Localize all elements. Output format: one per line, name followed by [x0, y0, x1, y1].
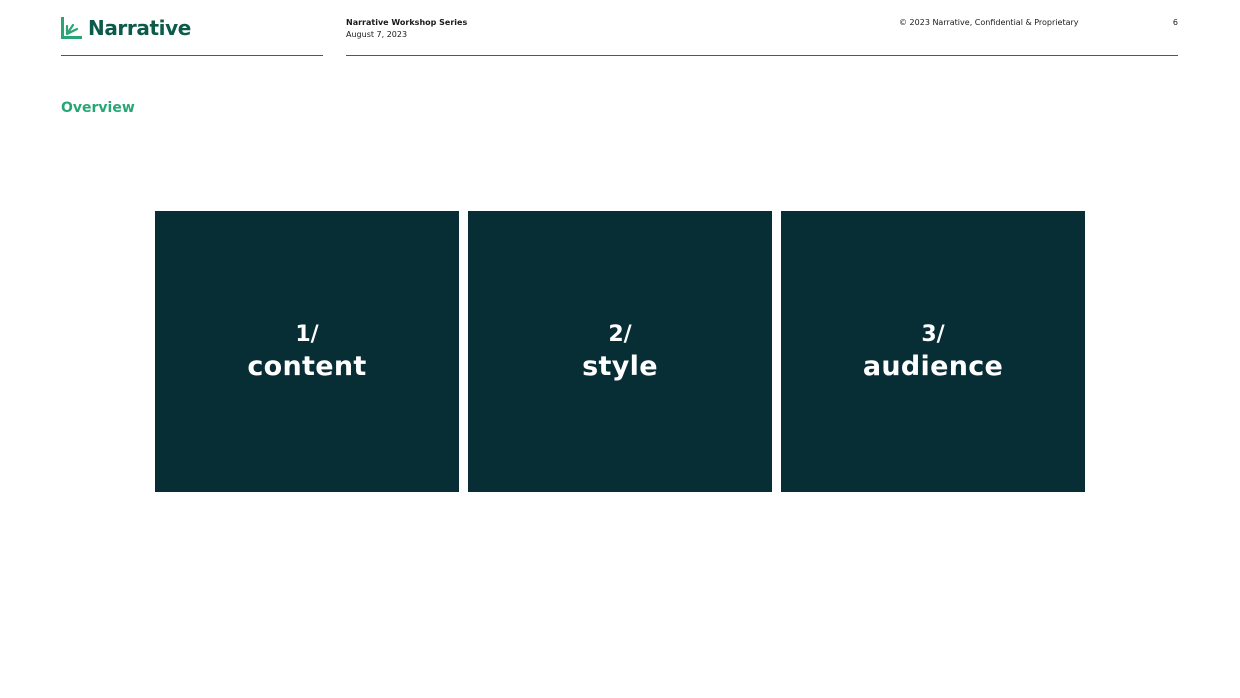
header-divider-left	[61, 55, 323, 56]
page-number: 6	[1170, 18, 1178, 27]
panel-number: 1/	[295, 320, 318, 350]
section-heading: Overview	[61, 100, 135, 116]
overview-panel-audience: 3/ audience	[781, 211, 1085, 492]
panel-number: 2/	[608, 320, 631, 350]
overview-panel-content: 1/ content	[155, 211, 459, 492]
series-title: Narrative Workshop Series	[346, 18, 467, 27]
narrative-logo-icon	[61, 17, 82, 39]
logo-text: Narrative	[88, 16, 191, 40]
panel-number: 3/	[921, 320, 944, 350]
overview-panel-style: 2/ style	[468, 211, 772, 492]
brand-logo: Narrative	[61, 15, 191, 41]
panel-label: style	[582, 350, 658, 384]
slide: Narrative Narrative Workshop Series Augu…	[0, 0, 1240, 698]
header-divider-right	[346, 55, 1178, 56]
copyright-notice: © 2023 Narrative, Confidential & Proprie…	[899, 18, 1079, 27]
series-date: August 7, 2023	[346, 30, 407, 39]
panel-label: audience	[863, 350, 1003, 384]
panel-label: content	[247, 350, 366, 384]
